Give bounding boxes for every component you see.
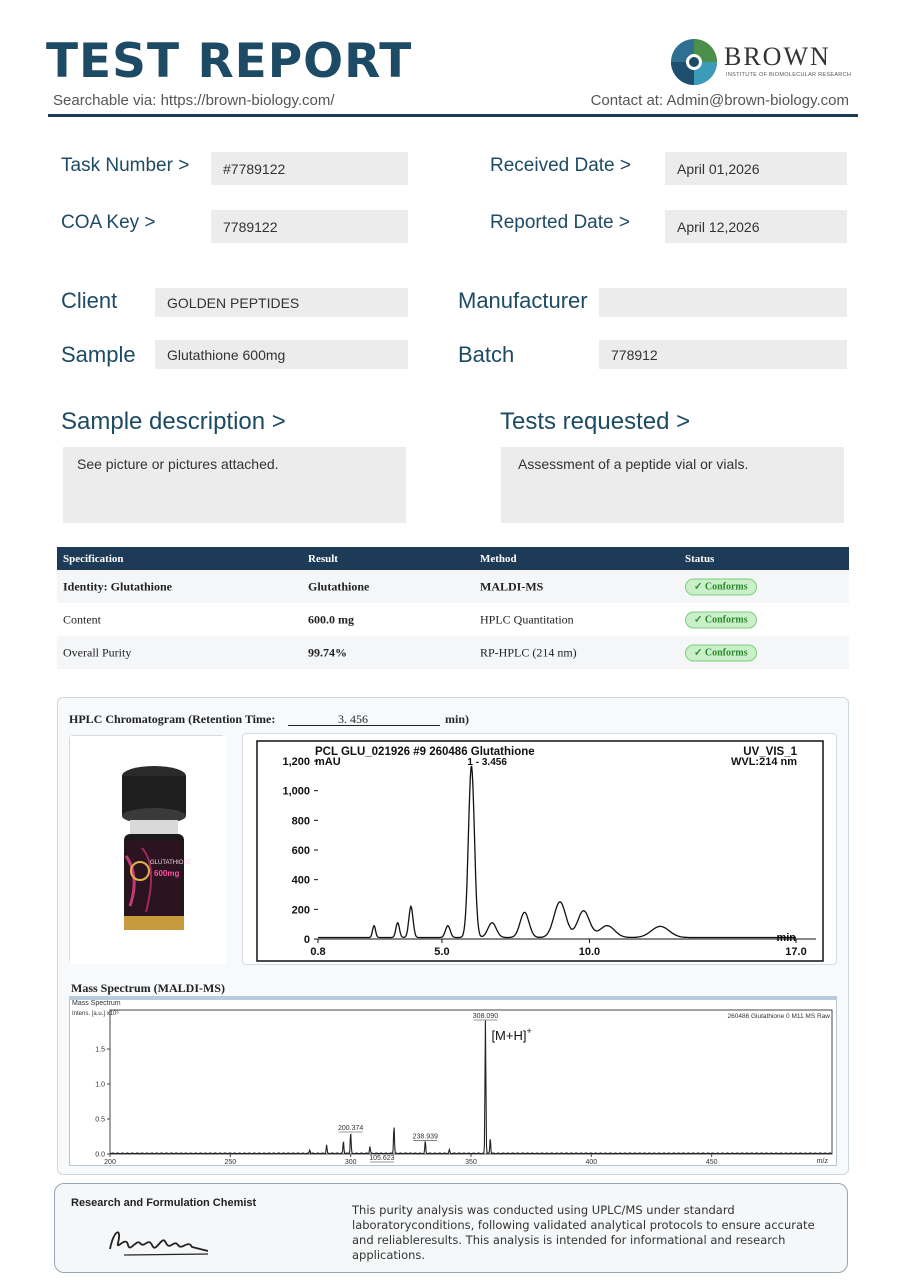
col-specification: Specification — [63, 552, 124, 565]
ms-chart-frame: Mass Spectrum Intens. [a.u.] x10⁶ 260486… — [69, 996, 837, 1166]
manufacturer-field — [599, 288, 847, 317]
row-result: Glutathione — [308, 579, 370, 593]
sample-description-heading: Sample description > — [61, 408, 286, 435]
searchable-url[interactable]: Searchable via: https://brown-biology.co… — [53, 92, 335, 109]
brand-subtitle: INSTITUTE OF BIOMOLECULAR RESEARCH — [726, 72, 852, 78]
ms-y-tick-label: 0.5 — [95, 1117, 105, 1124]
tests-requested-box: Assessment of a peptide vial or vials. — [501, 447, 844, 523]
table-row: Content 600.0 mg HPLC Quantitation ✓ Con… — [57, 603, 849, 636]
col-status: Status — [685, 552, 715, 565]
hplc-y-tick-label: 800 — [292, 815, 310, 827]
row-result: 600.0 mg — [308, 612, 354, 626]
hplc-y-tick-label: 200 — [292, 904, 310, 916]
ms-x-tick-label: 350 — [465, 1159, 477, 1166]
hplc-x-tick-label: 0.8 — [310, 946, 325, 958]
ms-y-tick-label: 1.5 — [95, 1047, 105, 1054]
hplc-chart-frame: PCL GLU_021926 #9 260486 Glutathione UV_… — [242, 733, 837, 965]
sample-field: Glutathione 600mg — [155, 340, 408, 369]
report-title: TEST REPORT — [46, 34, 413, 89]
client-label: Client — [61, 288, 118, 313]
ms-y-tick-label: 1.0 — [95, 1082, 105, 1089]
hplc-x-tick-label: 10.0 — [579, 946, 600, 958]
vial-label-product: GLUTATHIONE — [150, 860, 192, 866]
ms-x-tick-label: 200 — [104, 1159, 116, 1166]
hplc-x-tick-label: 17.0 — [785, 946, 806, 958]
sample-description-box: See picture or pictures attached. — [63, 447, 406, 523]
ms-peak-label: 105.623 — [369, 1155, 394, 1162]
row-spec: Content — [63, 612, 101, 626]
col-method: Method — [480, 552, 517, 565]
hplc-y-tick-label: 1,000 — [282, 786, 310, 798]
coa-key-field: 7789122 — [211, 210, 408, 243]
reported-date-field: April 12,2026 — [665, 210, 847, 243]
ms-ylabel: Intens. [a.u.] x10⁶ — [72, 1010, 119, 1017]
brown-logo-icon — [671, 39, 717, 85]
ms-annotation-sup: + — [526, 1026, 531, 1036]
vial-label-dose: 600mg — [154, 869, 179, 878]
header-divider — [48, 114, 858, 117]
coa-key-label: COA Key > — [61, 212, 156, 233]
hplc-chart: PCL GLU_021926 #9 260486 Glutathione UV_… — [256, 740, 824, 962]
row-result: 99.74% — [308, 645, 347, 659]
ms-x-tick-label: 250 — [224, 1159, 236, 1166]
chemist-title: Research and Formulation Chemist — [71, 1197, 257, 1209]
disclaimer-text: This purity analysis was conducted using… — [352, 1203, 815, 1262]
hplc-y-tick-label: 600 — [292, 845, 310, 857]
ms-chart: Mass Spectrum Intens. [a.u.] x10⁶ 260486… — [72, 1000, 833, 1166]
table-row: Overall Purity 99.74% RP-HPLC (214 nm) ✓… — [57, 636, 849, 669]
row-method: MALDI-MS — [480, 579, 544, 593]
hplc-x-tick-label: 5.0 — [434, 946, 449, 958]
task-number-label: Task Number > — [61, 155, 190, 176]
reported-date-label: Reported Date > — [490, 212, 630, 233]
brand-name: BROWN — [724, 42, 831, 71]
tests-requested-heading: Tests requested > — [500, 408, 691, 435]
vial-photo: GLUTATHIONE 600mg — [70, 736, 226, 964]
col-result: Result — [308, 552, 338, 565]
row-method: HPLC Quantitation — [480, 612, 574, 626]
results-table: Specification Result Method Status Ident… — [57, 547, 849, 669]
ms-x-tick-label: 300 — [345, 1159, 357, 1166]
ms-series-line — [110, 1020, 833, 1155]
hplc-y-tick-label: 400 — [292, 875, 310, 887]
hplc-heading: HPLC Chromatogram (Retention Time: — [69, 712, 276, 726]
batch-field: 778912 — [599, 340, 847, 369]
status-badge: ✓ Conforms — [685, 611, 757, 628]
retention-time-underline — [288, 725, 440, 726]
signature-image — [109, 1231, 209, 1256]
sample-label: Sample — [61, 342, 136, 367]
ms-sample-tag: 260486 Glutathione 0 M11 MS Raw — [728, 1013, 831, 1020]
received-date-label: Received Date > — [490, 155, 631, 176]
hplc-ylabel: mAU — [315, 756, 341, 768]
ms-xlabel: m/z — [817, 1158, 829, 1165]
ms-x-tick-label: 450 — [706, 1159, 718, 1166]
row-spec: Overall Purity — [63, 645, 132, 659]
status-badge: ✓ Conforms — [685, 644, 757, 661]
hplc-peak-label: 1 - 3.456 — [467, 757, 507, 768]
hplc-y-tick-label: 0 — [304, 934, 310, 946]
received-date-field: April 01,2026 — [665, 152, 847, 185]
task-number-field: #7789122 — [211, 152, 408, 185]
contact-email[interactable]: Contact at: Admin@brown-biology.com — [591, 92, 849, 109]
row-spec: Identity: Glutathione — [63, 579, 173, 593]
client-field: GOLDEN PEPTIDES — [155, 288, 408, 317]
ms-annotation-text: [M+H] — [491, 1028, 526, 1043]
ms-x-tick-label: 400 — [585, 1159, 597, 1166]
status-badge: ✓ Conforms — [685, 578, 757, 595]
ms-y-tick-label: 0.0 — [95, 1152, 105, 1159]
row-method: RP-HPLC (214 nm) — [480, 645, 577, 659]
ms-heading: Mass Spectrum (MALDI-MS) — [71, 981, 225, 995]
manufacturer-label: Manufacturer — [458, 288, 588, 313]
product-photo-frame: GLUTATHIONE 600mg — [69, 735, 226, 964]
ms-peak-label: 200.374 — [338, 1125, 363, 1132]
ms-peak-label: 308.090 — [473, 1013, 498, 1020]
table-row: Identity: Glutathione Glutathione MALDI-… — [57, 570, 849, 603]
ms-panel-label: Mass Spectrum — [72, 1000, 121, 1007]
batch-label: Batch — [458, 342, 515, 367]
retention-time-unit: min) — [445, 712, 469, 726]
hplc-wavelength: WVL:214 nm — [731, 756, 797, 768]
hplc-y-tick-label: 1,200 — [282, 756, 310, 768]
ms-peak-label: 238.939 — [413, 1133, 438, 1140]
ms-peak-annotation: [M+H]+ — [491, 1026, 531, 1043]
results-table-header: Specification Result Method Status — [57, 547, 849, 570]
